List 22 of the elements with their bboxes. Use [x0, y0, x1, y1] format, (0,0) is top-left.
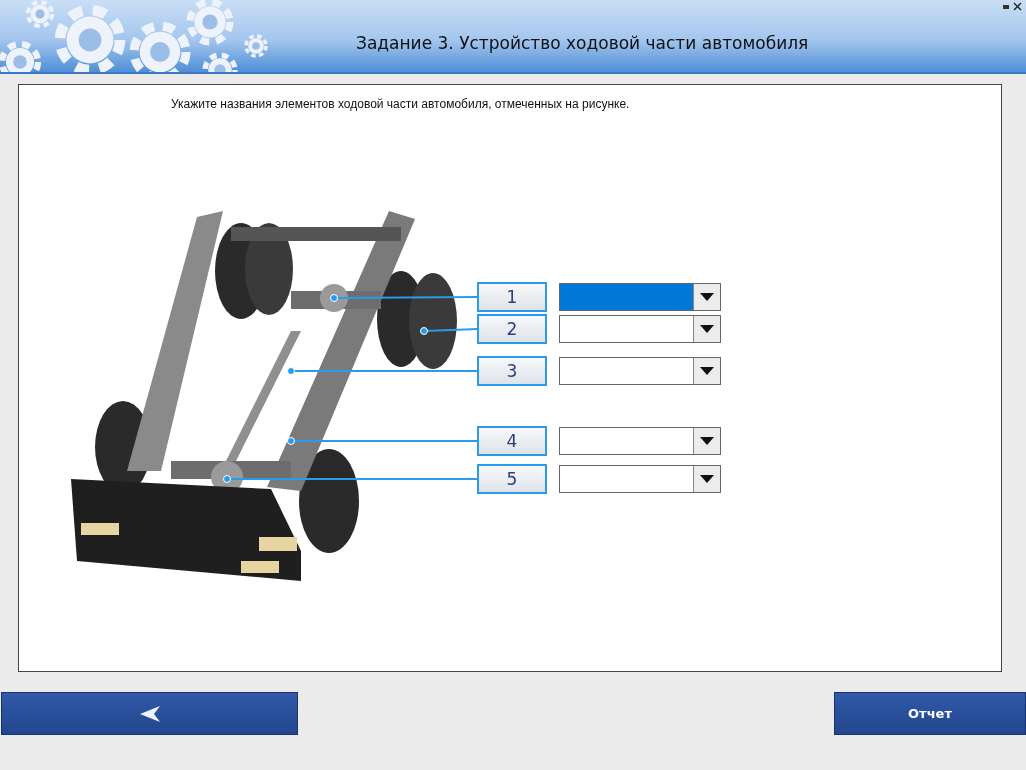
number-label: 3	[477, 356, 547, 386]
answer-dropdown[interactable]	[559, 427, 721, 455]
number-label: 2	[477, 314, 547, 344]
caret-icon	[700, 293, 714, 301]
close-icon[interactable]	[1013, 2, 1022, 11]
caret-icon	[700, 437, 714, 445]
answer-dropdown[interactable]	[559, 315, 721, 343]
caret-icon	[700, 475, 714, 483]
number-label: 1	[477, 282, 547, 312]
caret-icon	[700, 325, 714, 333]
instruction-text: Укажите названия элементов ходовой части автомобиля, отмеченных на рисунке.	[171, 97, 630, 111]
number-label: 5	[477, 464, 547, 494]
back-arrow-icon	[138, 704, 161, 723]
answer-dropdown[interactable]	[559, 357, 721, 385]
answer-dropdown[interactable]	[559, 465, 721, 493]
minimize-icon[interactable]	[1002, 2, 1010, 11]
caret-icon	[700, 367, 714, 375]
leader-line	[420, 327, 479, 335]
number-label: 4	[477, 426, 547, 456]
answer-dropdown[interactable]	[559, 283, 721, 311]
window-title: Задание 3. Устройство ходовой части автомобиля	[356, 33, 809, 53]
report-button[interactable]: Отчет	[834, 692, 1026, 735]
